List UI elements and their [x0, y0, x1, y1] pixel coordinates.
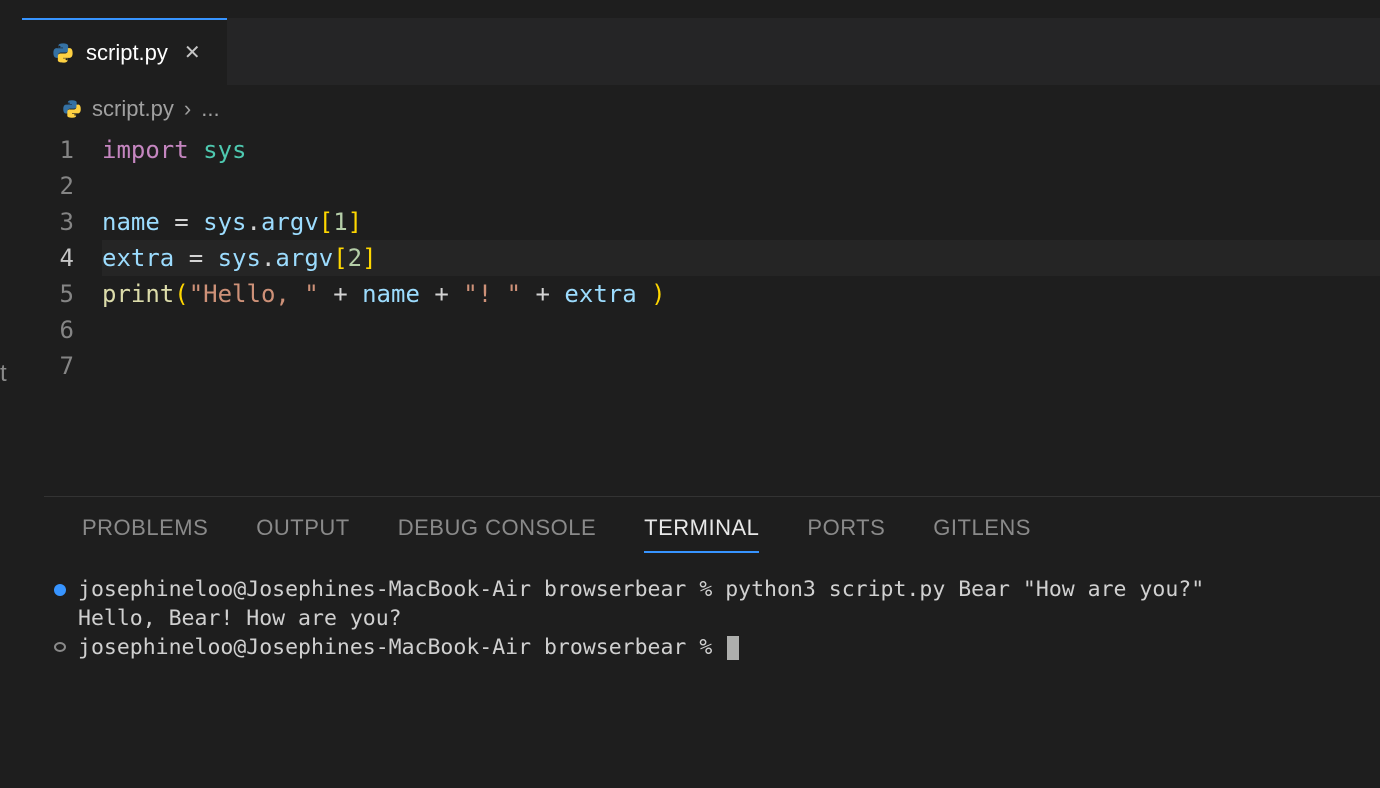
token: [	[319, 208, 333, 236]
code-line[interactable]	[102, 312, 1380, 348]
line-number: 3	[42, 204, 74, 240]
token	[174, 244, 188, 272]
token: 2	[348, 244, 362, 272]
bullet-icon	[54, 584, 66, 596]
editor-area: script.py ✕ script.py › ... 1234567 impo…	[22, 18, 1380, 788]
token	[189, 136, 203, 164]
token: ]	[362, 244, 376, 272]
token: ]	[348, 208, 362, 236]
token: print	[102, 280, 174, 308]
code-line[interactable]: extra = sys.argv[2]	[102, 240, 1380, 276]
token: extra	[102, 244, 174, 272]
token	[160, 208, 174, 236]
code-line[interactable]: import sys	[102, 132, 1380, 168]
token: name	[362, 280, 420, 308]
tab-debug-console[interactable]: DEBUG CONSOLE	[398, 515, 596, 553]
terminal-output: Hello, Bear! How are you?	[78, 604, 402, 633]
code-line[interactable]: print("Hello, " + name + "! " + extra )	[102, 276, 1380, 312]
bullet-hollow-icon	[54, 642, 66, 652]
breadcrumb-filename[interactable]: script.py	[92, 96, 174, 122]
token: =	[189, 244, 203, 272]
tab-output[interactable]: OUTPUT	[256, 515, 349, 553]
breadcrumb[interactable]: script.py › ...	[22, 86, 1380, 132]
token: =	[174, 208, 188, 236]
token: +	[434, 280, 448, 308]
code-lines[interactable]: import sysname = sys.argv[1]extra = sys.…	[102, 132, 1380, 384]
token: argv	[261, 208, 319, 236]
terminal-prompt[interactable]: josephineloo@Josephines-MacBook-Air brow…	[78, 633, 739, 662]
token: sys	[218, 244, 261, 272]
bottom-panel: PROBLEMS OUTPUT DEBUG CONSOLE TERMINAL P…	[44, 496, 1380, 788]
code-editor[interactable]: 1234567 import sysname = sys.argv[1]extr…	[22, 132, 1380, 384]
token: +	[333, 280, 347, 308]
token: "! "	[463, 280, 521, 308]
tab-ports[interactable]: PORTS	[807, 515, 885, 553]
token	[348, 280, 362, 308]
token	[203, 244, 217, 272]
token	[449, 280, 463, 308]
line-number: 6	[42, 312, 74, 348]
panel-tabs: PROBLEMS OUTPUT DEBUG CONSOLE TERMINAL P…	[44, 497, 1380, 561]
token	[420, 280, 434, 308]
terminal-cursor	[727, 636, 739, 660]
terminal-line-3: josephineloo@Josephines-MacBook-Air brow…	[54, 633, 1370, 662]
token: import	[102, 136, 189, 164]
token	[319, 280, 333, 308]
code-line[interactable]	[102, 348, 1380, 384]
token	[521, 280, 535, 308]
tab-filename: script.py	[86, 40, 168, 66]
terminal-line-2: Hello, Bear! How are you?	[54, 604, 1370, 633]
terminal-line-1: josephineloo@Josephines-MacBook-Air brow…	[54, 575, 1370, 604]
token: "Hello, "	[189, 280, 319, 308]
token: (	[174, 280, 188, 308]
token: )	[651, 280, 665, 308]
tab-gitlens[interactable]: GITLENS	[933, 515, 1031, 553]
line-number: 1	[42, 132, 74, 168]
token: sys	[203, 136, 246, 164]
token: extra	[564, 280, 636, 308]
terminal-text: josephineloo@Josephines-MacBook-Air brow…	[78, 575, 1204, 604]
token	[189, 208, 203, 236]
token	[637, 280, 651, 308]
token: .	[261, 244, 275, 272]
tab-terminal[interactable]: TERMINAL	[644, 515, 759, 553]
breadcrumb-extra[interactable]: ...	[201, 96, 219, 122]
python-icon	[62, 99, 82, 119]
token: .	[247, 208, 261, 236]
token: name	[102, 208, 160, 236]
token: 1	[333, 208, 347, 236]
code-line[interactable]	[102, 168, 1380, 204]
line-number: 4	[42, 240, 74, 276]
token	[550, 280, 564, 308]
close-icon[interactable]: ✕	[180, 40, 205, 65]
line-gutter: 1234567	[42, 132, 102, 384]
terminal[interactable]: josephineloo@Josephines-MacBook-Air brow…	[44, 561, 1380, 662]
code-line[interactable]: name = sys.argv[1]	[102, 204, 1380, 240]
token: [	[333, 244, 347, 272]
line-number: 5	[42, 276, 74, 312]
token: argv	[275, 244, 333, 272]
line-number: 7	[42, 348, 74, 384]
line-number: 2	[42, 168, 74, 204]
token: sys	[203, 208, 246, 236]
tab-bar: script.py ✕	[22, 18, 1380, 86]
clipped-sidebar-label: t	[0, 360, 7, 388]
chevron-right-icon: ›	[184, 96, 191, 122]
python-icon	[52, 42, 74, 64]
editor-tab-script[interactable]: script.py ✕	[22, 18, 227, 85]
token: +	[536, 280, 550, 308]
tab-problems[interactable]: PROBLEMS	[82, 515, 208, 553]
